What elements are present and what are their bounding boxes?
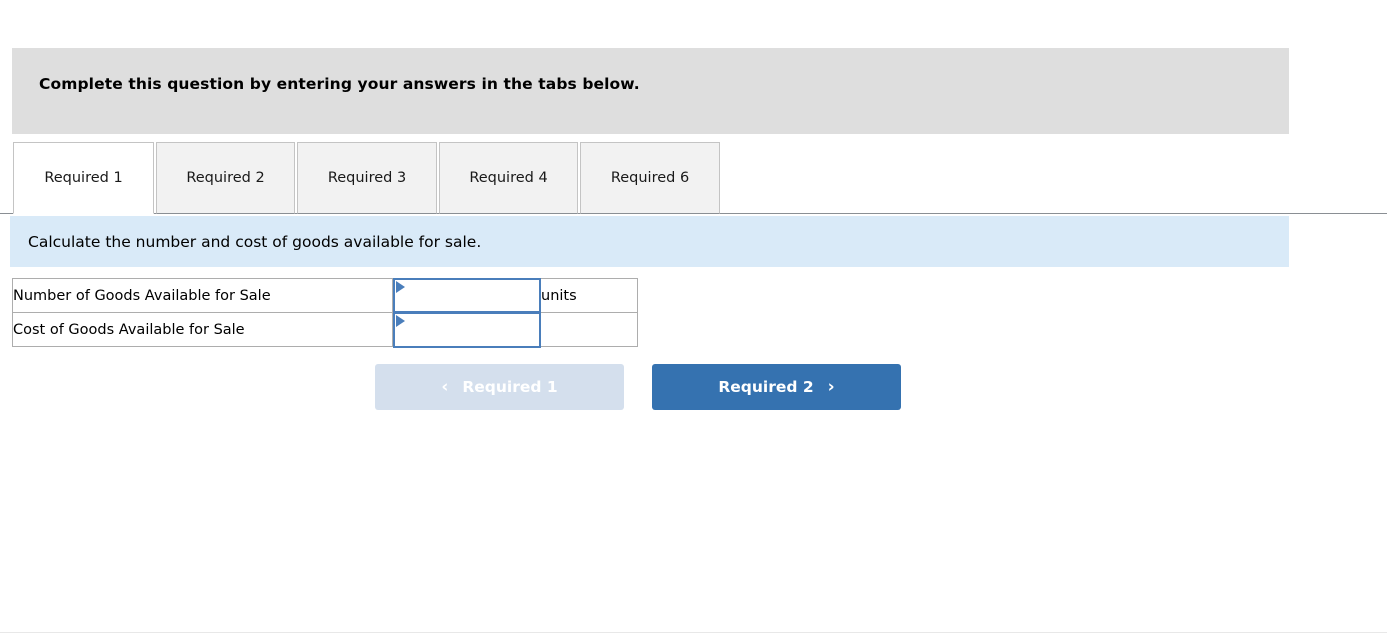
input-cell-number-of-goods[interactable]: [392, 278, 541, 313]
instruction-text: Calculate the number and cost of goods a…: [28, 232, 482, 251]
tab-label: Required 1: [44, 170, 123, 186]
bottom-divider: [0, 632, 1387, 633]
answer-table: Number of Goods Available for Sale units…: [12, 278, 638, 348]
tab-required-4[interactable]: Required 4: [439, 142, 578, 214]
row-label-number-of-goods: Number of Goods Available for Sale: [12, 278, 393, 313]
next-required-button[interactable]: Required 2 ›: [652, 364, 901, 410]
input-shell: [393, 278, 541, 313]
tab-required-3[interactable]: Required 3: [297, 142, 437, 214]
previous-required-button[interactable]: ‹ Required 1: [375, 364, 624, 410]
tab-label: Required 4: [469, 170, 548, 186]
tab-strip: Required 1 Required 2 Required 3 Require…: [0, 142, 1387, 215]
table-row: Number of Goods Available for Sale units: [12, 278, 638, 313]
tab-label: Required 3: [327, 170, 407, 186]
tab-label: Required 6: [610, 170, 690, 186]
previous-button-label: Required 1: [462, 378, 558, 396]
row-unit-number-of-goods: units: [540, 278, 638, 313]
chevron-left-icon: ‹: [441, 376, 449, 397]
tab-required-6[interactable]: Required 6: [580, 142, 720, 214]
row-unit-cost-of-goods: [540, 312, 638, 347]
question-banner: Complete this question by entering your …: [12, 48, 1289, 134]
table-row: Cost of Goods Available for Sale: [12, 312, 638, 348]
input-cell-cost-of-goods[interactable]: [392, 312, 541, 348]
cell-marker-triangle-icon: [396, 281, 405, 293]
question-banner-text: Complete this question by entering your …: [39, 75, 640, 93]
tab-required-1[interactable]: Required 1: [13, 142, 154, 214]
number-of-goods-input[interactable]: [405, 280, 535, 311]
row-label-cost-of-goods: Cost of Goods Available for Sale: [12, 312, 393, 347]
input-shell: [393, 312, 541, 348]
tab-required-2[interactable]: Required 2: [156, 142, 295, 214]
cell-marker-triangle-icon: [396, 315, 405, 327]
navigation-buttons: ‹ Required 1 Required 2 ›: [375, 364, 935, 410]
chevron-right-icon: ›: [827, 376, 835, 397]
next-button-label: Required 2: [718, 378, 814, 396]
cost-of-goods-input[interactable]: [405, 314, 535, 346]
instruction-bar: Calculate the number and cost of goods a…: [10, 216, 1289, 267]
tab-label: Required 2: [186, 170, 265, 186]
